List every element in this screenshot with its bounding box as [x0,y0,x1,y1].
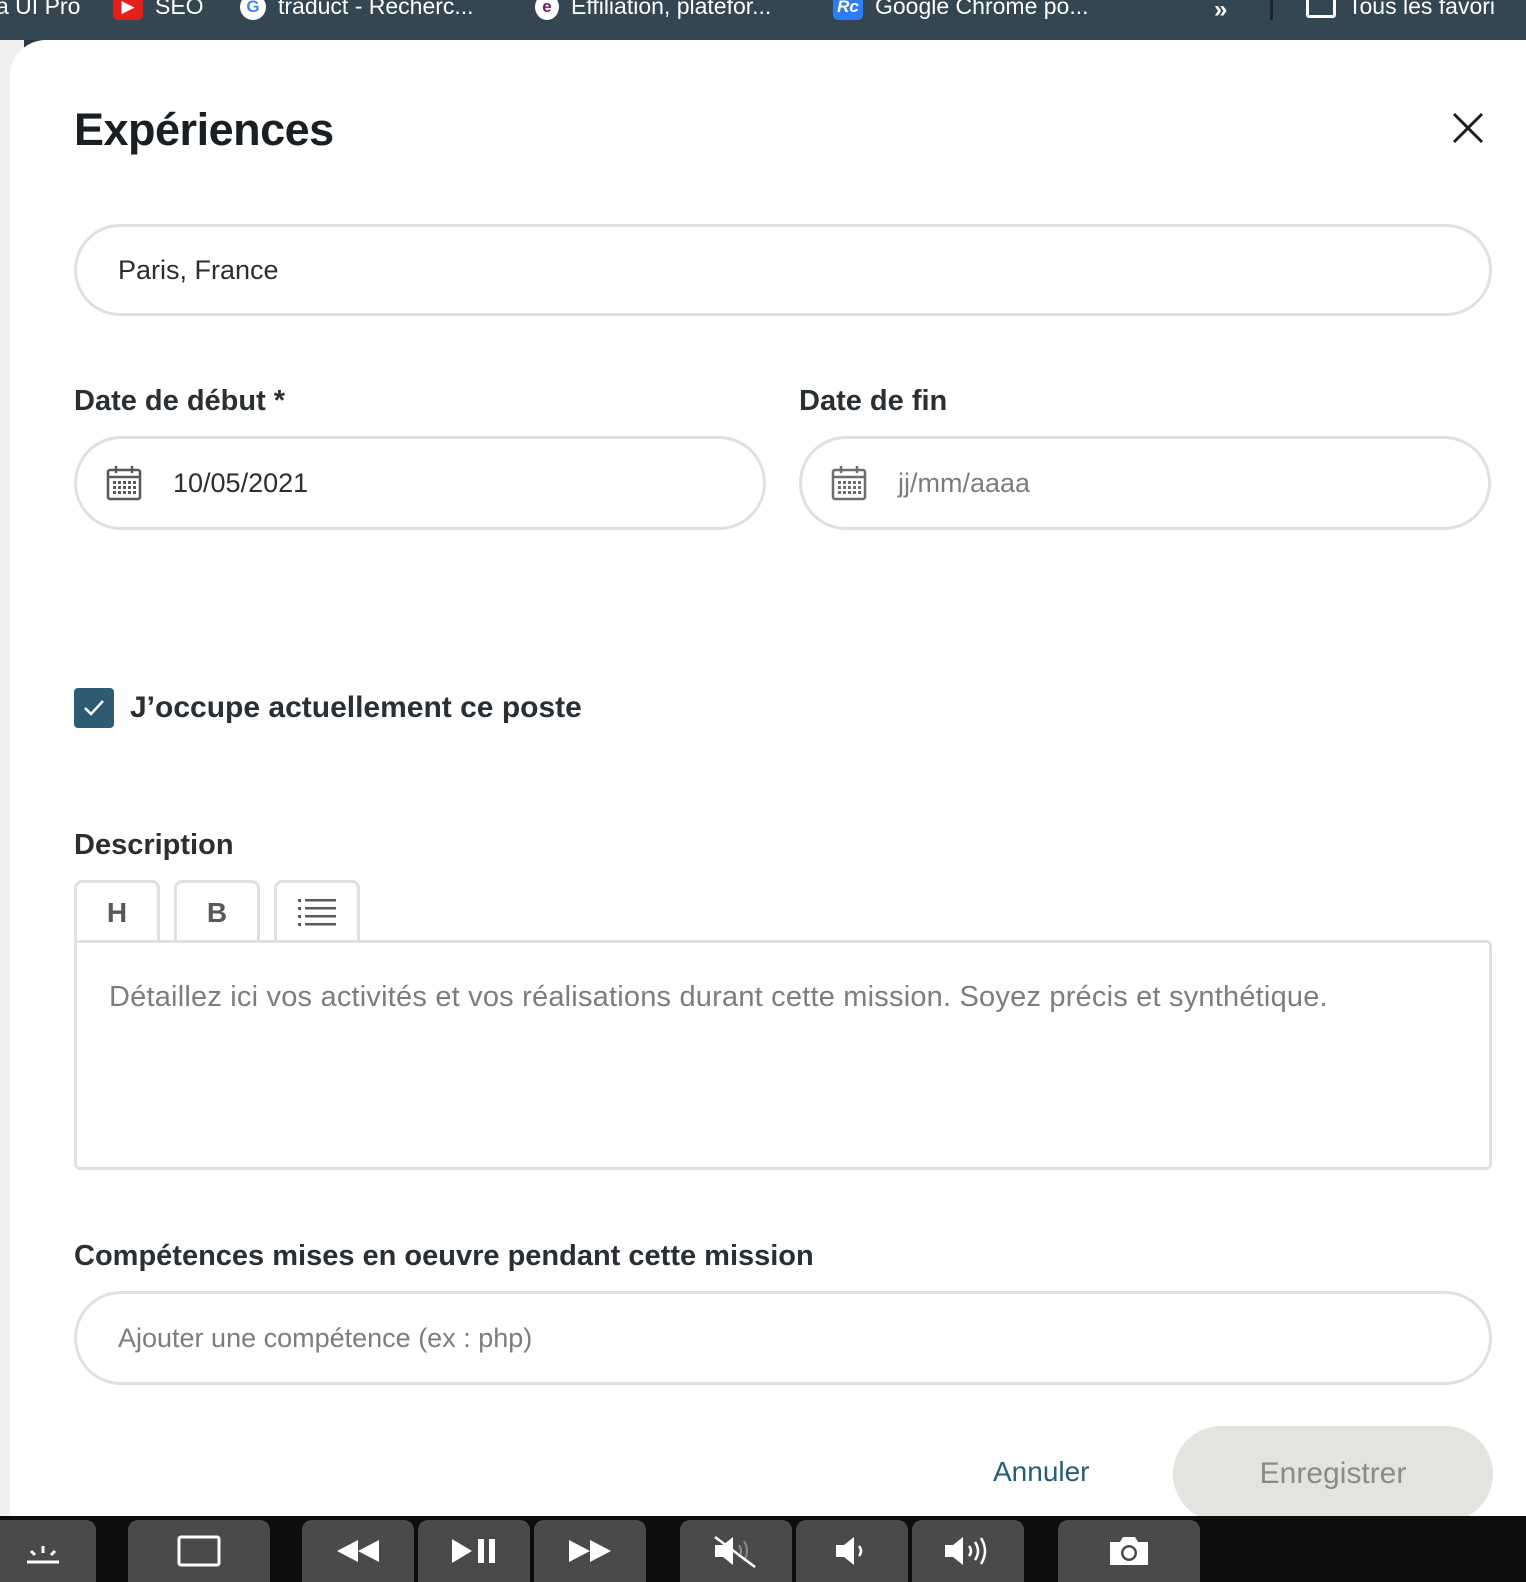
calendar-icon[interactable] [830,464,868,502]
cancel-button[interactable]: Annuler [993,1456,1090,1488]
experience-modal: Expériences Paris, France Date de début … [10,40,1526,1516]
list-button[interactable] [274,880,360,942]
google-icon: G [240,0,266,20]
description-toolbar: H B [74,880,360,942]
youtube-icon: ▶ [113,0,143,20]
start-date-value: 10/05/2021 [173,467,309,498]
mute-button[interactable] [680,1520,792,1582]
volume-up-button[interactable] [912,1520,1024,1582]
list-icon [298,898,336,926]
screen-button[interactable] [128,1520,270,1582]
rewind-button[interactable] [302,1520,414,1582]
volume-up-icon [945,1537,987,1565]
start-date-label: Date de début * [74,385,286,417]
double-chevron-icon[interactable]: » [1214,0,1227,24]
save-button[interactable]: Enregistrer [1173,1426,1493,1516]
fast-forward-icon [569,1540,611,1562]
modal-title: Expériences [74,104,334,155]
close-button[interactable] [1446,106,1490,150]
current-position-checkbox-row[interactable]: J’occupe actuellement ce poste [74,688,582,728]
fast-forward-button[interactable] [534,1520,646,1582]
end-date-input[interactable]: jj/mm/aaaa [799,436,1491,530]
save-label: Enregistrer [1259,1457,1407,1490]
rc-icon: Rc [833,0,863,20]
rewind-icon [337,1540,379,1562]
current-position-checkbox[interactable] [74,688,114,728]
heading-button[interactable]: H [74,880,160,942]
bookmark-label: traduct - Recherc... [278,0,474,19]
close-icon [1452,112,1484,144]
description-label: Description [74,829,234,861]
volume-down-button[interactable] [796,1520,908,1582]
all-bookmarks-label: Tous les favori [1348,0,1496,19]
location-input[interactable]: Paris, France [74,224,1492,316]
play-pause-icon [452,1539,495,1563]
screen-icon [177,1535,221,1567]
media-control-bar [0,1516,1526,1582]
start-date-input[interactable]: 10/05/2021 [74,436,766,530]
skills-input[interactable]: Ajouter une compétence (ex : php) [74,1291,1492,1385]
bookmark-chrome[interactable]: Rc Google Chrome po... [833,0,1089,20]
volume-down-icon [836,1537,863,1565]
bookmark-ui-pro[interactable]: a UI Pro [0,0,80,20]
brightness-icon [27,1546,59,1564]
description-placeholder: Détaillez ici vos activités et vos réali… [109,981,1328,1013]
bookmark-seo[interactable]: ▶ SEO [113,0,204,20]
folder-icon [1306,0,1336,18]
brightness-button[interactable] [0,1520,96,1582]
bookmark-label: a UI Pro [0,0,81,19]
bookmark-label: Effiliation, platefor... [571,0,772,19]
bookmark-traduct[interactable]: G traduct - Recherc... [240,0,474,20]
end-date-placeholder: jj/mm/aaaa [898,467,1031,498]
screenshot-button[interactable] [1058,1520,1200,1582]
calendar-icon[interactable] [105,464,143,502]
heading-label: H [106,896,128,928]
bold-label: B [206,896,228,928]
play-pause-button[interactable] [418,1520,530,1582]
end-date-label: Date de fin [799,385,948,417]
description-textarea[interactable]: Détaillez ici vos activités et vos réali… [74,940,1492,1170]
bookmarks-divider [1270,0,1273,20]
all-bookmarks-button[interactable]: Tous les favori [1306,0,1495,20]
bookmark-effiliation[interactable]: e Effiliation, platefor... [535,0,771,20]
current-position-label: J’occupe actuellement ce poste [130,691,582,724]
bookmarks-bar: a UI Pro ▶ SEO G traduct - Recherc... e … [0,0,1526,40]
effiliation-icon: e [535,0,559,20]
bold-button[interactable]: B [174,880,260,942]
skills-placeholder: Ajouter une compétence (ex : php) [118,1322,533,1353]
skills-label: Compétences mises en oeuvre pendant cett… [74,1240,814,1272]
bookmark-label: SEO [155,0,204,19]
camera-icon [1110,1537,1148,1565]
checkmark-icon [84,700,104,716]
bookmark-label: Google Chrome po... [875,0,1089,19]
location-value: Paris, France [118,254,279,285]
mute-icon [714,1536,756,1568]
